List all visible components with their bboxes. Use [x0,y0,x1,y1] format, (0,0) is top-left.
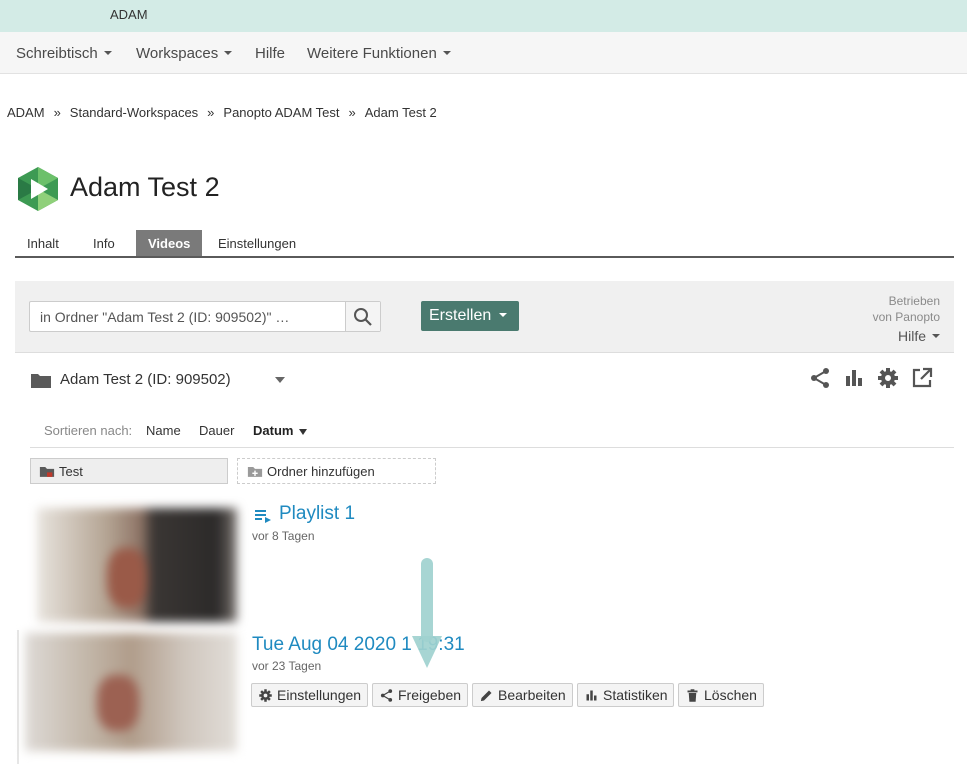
tab-videos[interactable]: Videos [136,230,203,256]
add-folder-label: Ordner hinzufügen [267,464,375,479]
share-icon[interactable] [808,366,832,390]
breadcrumb-separator: » [207,105,215,120]
bar-chart-icon[interactable] [842,366,866,390]
share-icon [380,689,393,702]
button-label: Statistiken [603,687,668,703]
nav-label: Workspaces [136,45,219,62]
bar-chart-icon [586,690,597,701]
search-input[interactable] [30,302,346,331]
gear-icon [259,689,272,702]
main-nav: Schreibtisch Workspaces Hilfe Weitere Fu… [0,32,967,74]
breadcrumb-item[interactable]: Standard-Workspaces [70,105,198,120]
open-external-icon[interactable] [910,366,934,390]
breadcrumb-item[interactable]: Panopto ADAM Test [223,105,339,120]
trash-icon [687,689,698,702]
add-folder-button[interactable]: Ordner hinzufügen [237,458,436,484]
panopto-toolbar: Erstellen Betrieben von Panopto Hilfe [15,281,954,353]
breadcrumb-item[interactable]: ADAM [7,105,45,120]
folder-name: Adam Test 2 (ID: 909502) [60,371,231,388]
tab-einstellungen[interactable]: Einstellungen [206,230,308,256]
search-box [29,301,381,332]
nav-item-hilfe[interactable]: Hilfe [255,45,285,62]
breadcrumb-item-current[interactable]: Adam Test 2 [365,105,437,120]
subfolder-item[interactable]: Test [30,458,228,484]
chevron-down-icon [103,51,112,56]
button-label: Einstellungen [277,687,362,703]
session-thumbnail[interactable] [37,508,237,622]
gear-icon[interactable] [876,366,900,390]
tab-bar: Inhalt Info Videos Einstellungen [15,230,954,258]
create-label: Erstellen [429,307,492,324]
panopto-logo-icon [18,167,58,211]
search-icon [354,308,372,326]
top-bar: ADAM [0,0,967,32]
sort-label: Sortieren nach: [44,423,133,438]
chevron-down-icon[interactable] [275,377,285,383]
sort-option-name[interactable]: Name [146,423,181,438]
nav-label: Schreibtisch [16,45,98,62]
chevron-down-icon [499,312,508,317]
session-age: vor 8 Tagen [252,529,315,543]
page-title: Adam Test 2 [70,172,220,202]
playlist-icon [255,510,271,523]
button-label: Freigeben [398,687,462,703]
help-label: Hilfe [897,328,926,344]
nav-item-weitere-funktionen[interactable]: Weitere Funktionen [307,45,451,62]
thumbnail-frame [17,630,19,764]
session-age: vor 23 Tagen [252,659,322,673]
powered-by: Betrieben von Panopto Hilfe [873,293,940,344]
sort-option-label: Datum [253,423,294,438]
sort-desc-icon [299,428,308,435]
chevron-down-icon [932,334,940,339]
delete-button[interactable]: Löschen [678,683,764,707]
share-button[interactable]: Freigeben [372,683,468,707]
tab-inhalt[interactable]: Inhalt [15,230,71,256]
chevron-down-icon [224,51,233,56]
nav-label: Hilfe [255,45,286,62]
button-label: Löschen [704,687,757,703]
breadcrumb-separator: » [53,105,61,120]
powered-line: Betrieben [888,294,940,308]
help-menu[interactable]: Hilfe [873,328,940,344]
add-folder-icon [247,467,263,477]
sort-option-datum[interactable]: Datum [253,423,308,438]
pencil-icon [480,690,492,702]
annotation-arrow-icon [412,558,442,668]
settings-button[interactable]: Einstellungen [251,683,368,707]
create-button[interactable]: Erstellen [421,301,519,331]
search-button[interactable] [345,302,380,331]
statistics-button[interactable]: Statistiken [577,683,674,707]
session-title-link[interactable]: Playlist 1 [279,503,355,525]
sort-bar: Sortieren nach: Name Dauer Datum [30,422,954,448]
powered-line: von Panopto [872,310,940,324]
folder-icon [39,467,55,477]
subfolder-name: Test [59,464,83,479]
breadcrumb-separator: » [348,105,356,120]
tab-info[interactable]: Info [81,230,127,256]
sort-option-dauer[interactable]: Dauer [199,423,234,438]
chevron-down-icon [442,51,451,56]
button-label: Bearbeiten [498,687,566,703]
breadcrumb: ADAM » Standard-Workspaces » Panopto ADAM Te… [7,105,437,120]
nav-item-schreibtisch[interactable]: Schreibtisch [16,45,112,62]
app-name[interactable]: ADAM [110,7,148,22]
nav-label: Weitere Funktionen [307,45,437,62]
session-thumbnail[interactable] [25,633,237,751]
folder-icon [31,374,51,388]
nav-item-workspaces[interactable]: Workspaces [136,45,233,62]
edit-button[interactable]: Bearbeiten [472,683,573,707]
